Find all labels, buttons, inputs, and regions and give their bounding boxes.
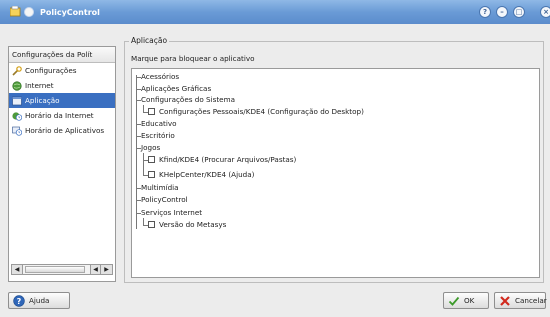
- cancel-x-icon: [500, 296, 510, 306]
- checkbox[interactable]: [148, 108, 155, 115]
- cancel-button[interactable]: Cancelar: [494, 292, 547, 309]
- ok-button-label: OK: [464, 296, 475, 305]
- globe-icon: [12, 81, 22, 91]
- sidebar-header[interactable]: Configurações da Polít: [9, 47, 115, 63]
- scroll-left-arrow-icon[interactable]: ◀: [12, 265, 23, 274]
- title-bar[interactable]: PolicyControl ? – □ ×: [0, 0, 550, 24]
- tree-item-versao-metasys[interactable]: Versão do Metasys: [148, 220, 226, 230]
- tree-item-label: Kfind/KDE4 (Procurar Arquivos/Pastas): [159, 155, 297, 164]
- group-description: Marque para bloquear o aplicativo: [131, 54, 255, 63]
- help-icon[interactable]: ?: [479, 6, 491, 18]
- tree-item-label: KHelpCenter/KDE4 (Ajuda): [159, 170, 255, 179]
- tree-item-aplicacoes-graficas[interactable]: Aplicações Gráficas: [141, 84, 211, 94]
- tree-item-servicos-internet[interactable]: Serviços Internet: [141, 208, 202, 218]
- tree-item-multimidia[interactable]: Multimídia: [141, 183, 179, 193]
- check-icon: [448, 296, 460, 306]
- checkbox[interactable]: [148, 171, 155, 178]
- policycontrol-window: PolicyControl ? – □ × Configurações da P…: [0, 0, 550, 317]
- tree-item-escritorio[interactable]: Escritório: [141, 131, 175, 141]
- scroll-right-arrow-icon[interactable]: ▶: [101, 265, 112, 274]
- sidebar-item-aplicacao[interactable]: Aplicação: [9, 93, 115, 108]
- maximize-icon[interactable]: □: [513, 6, 525, 18]
- group-title: Aplicação: [129, 36, 170, 45]
- scroll-left-arrow-icon-2[interactable]: ◀: [90, 265, 101, 274]
- tree-item-khelpcenter[interactable]: KHelpCenter/KDE4 (Ajuda): [148, 170, 254, 180]
- tree-connector: [143, 153, 144, 176]
- tree-item-kfind[interactable]: Kfind/KDE4 (Procurar Arquivos/Pastas): [148, 155, 296, 165]
- application-clock-icon: [12, 126, 22, 136]
- checkbox[interactable]: [148, 156, 155, 163]
- help-circle-icon: ?: [13, 295, 25, 307]
- sidebar-item-horario-internet[interactable]: Horário da Internet: [9, 108, 115, 123]
- sidebar: Configurações da Polít Configurações Int…: [8, 46, 116, 282]
- sidebar-horizontal-scrollbar[interactable]: ◀ ◀ ▶: [11, 264, 113, 275]
- ok-button[interactable]: OK: [443, 292, 489, 309]
- close-icon[interactable]: ×: [540, 6, 550, 18]
- tree-connector: [136, 75, 137, 229]
- app-menu-icon[interactable]: [10, 6, 22, 18]
- tree-item-label: Configurações Pessoais/KDE4 (Configuraçã…: [159, 107, 364, 116]
- sidebar-item-label: Configurações: [25, 66, 77, 75]
- tree-item-educativo[interactable]: Educativo: [141, 119, 176, 129]
- tree-item-configuracoes-sistema[interactable]: Configurações do Sistema: [141, 95, 235, 105]
- sidebar-item-label: Internet: [25, 81, 54, 90]
- sidebar-item-internet[interactable]: Internet: [9, 78, 115, 93]
- help-button[interactable]: ? Ajuda: [8, 292, 70, 309]
- tree-item-label: Versão do Metasys: [159, 220, 227, 229]
- sidebar-item-label: Aplicação: [25, 96, 60, 105]
- svg-text:?: ?: [17, 297, 22, 306]
- application-icon: [12, 96, 22, 106]
- help-button-label: Ajuda: [29, 296, 50, 305]
- scrollbar-thumb[interactable]: [25, 266, 85, 273]
- window-menu-icon[interactable]: [24, 7, 34, 17]
- sidebar-item-label: Horário de Aplicativos: [25, 126, 105, 135]
- tree-item-jogos[interactable]: Jogos: [141, 143, 160, 153]
- wrench-icon: [12, 66, 22, 76]
- application-tree[interactable]: Acessórios Aplicações Gráficas Configura…: [131, 68, 540, 278]
- window-title: PolicyControl: [40, 8, 100, 17]
- tree-item-policycontrol[interactable]: PolicyControl: [141, 195, 188, 205]
- checkbox[interactable]: [148, 221, 155, 228]
- sidebar-item-horario-aplicativos[interactable]: Horário de Aplicativos: [9, 123, 115, 138]
- application-groupbox: Aplicação Marque para bloquear o aplicat…: [124, 36, 544, 283]
- sidebar-item-label: Horário da Internet: [25, 111, 94, 120]
- minimize-icon[interactable]: –: [496, 6, 508, 18]
- tree-item-config-pessoais[interactable]: Configurações Pessoais/KDE4 (Configuraçã…: [148, 107, 364, 117]
- sidebar-item-configuracoes[interactable]: Configurações: [9, 63, 115, 78]
- internet-clock-icon: [12, 112, 22, 121]
- tree-item-acessorios[interactable]: Acessórios: [141, 72, 179, 82]
- cancel-button-label: Cancelar: [515, 296, 547, 305]
